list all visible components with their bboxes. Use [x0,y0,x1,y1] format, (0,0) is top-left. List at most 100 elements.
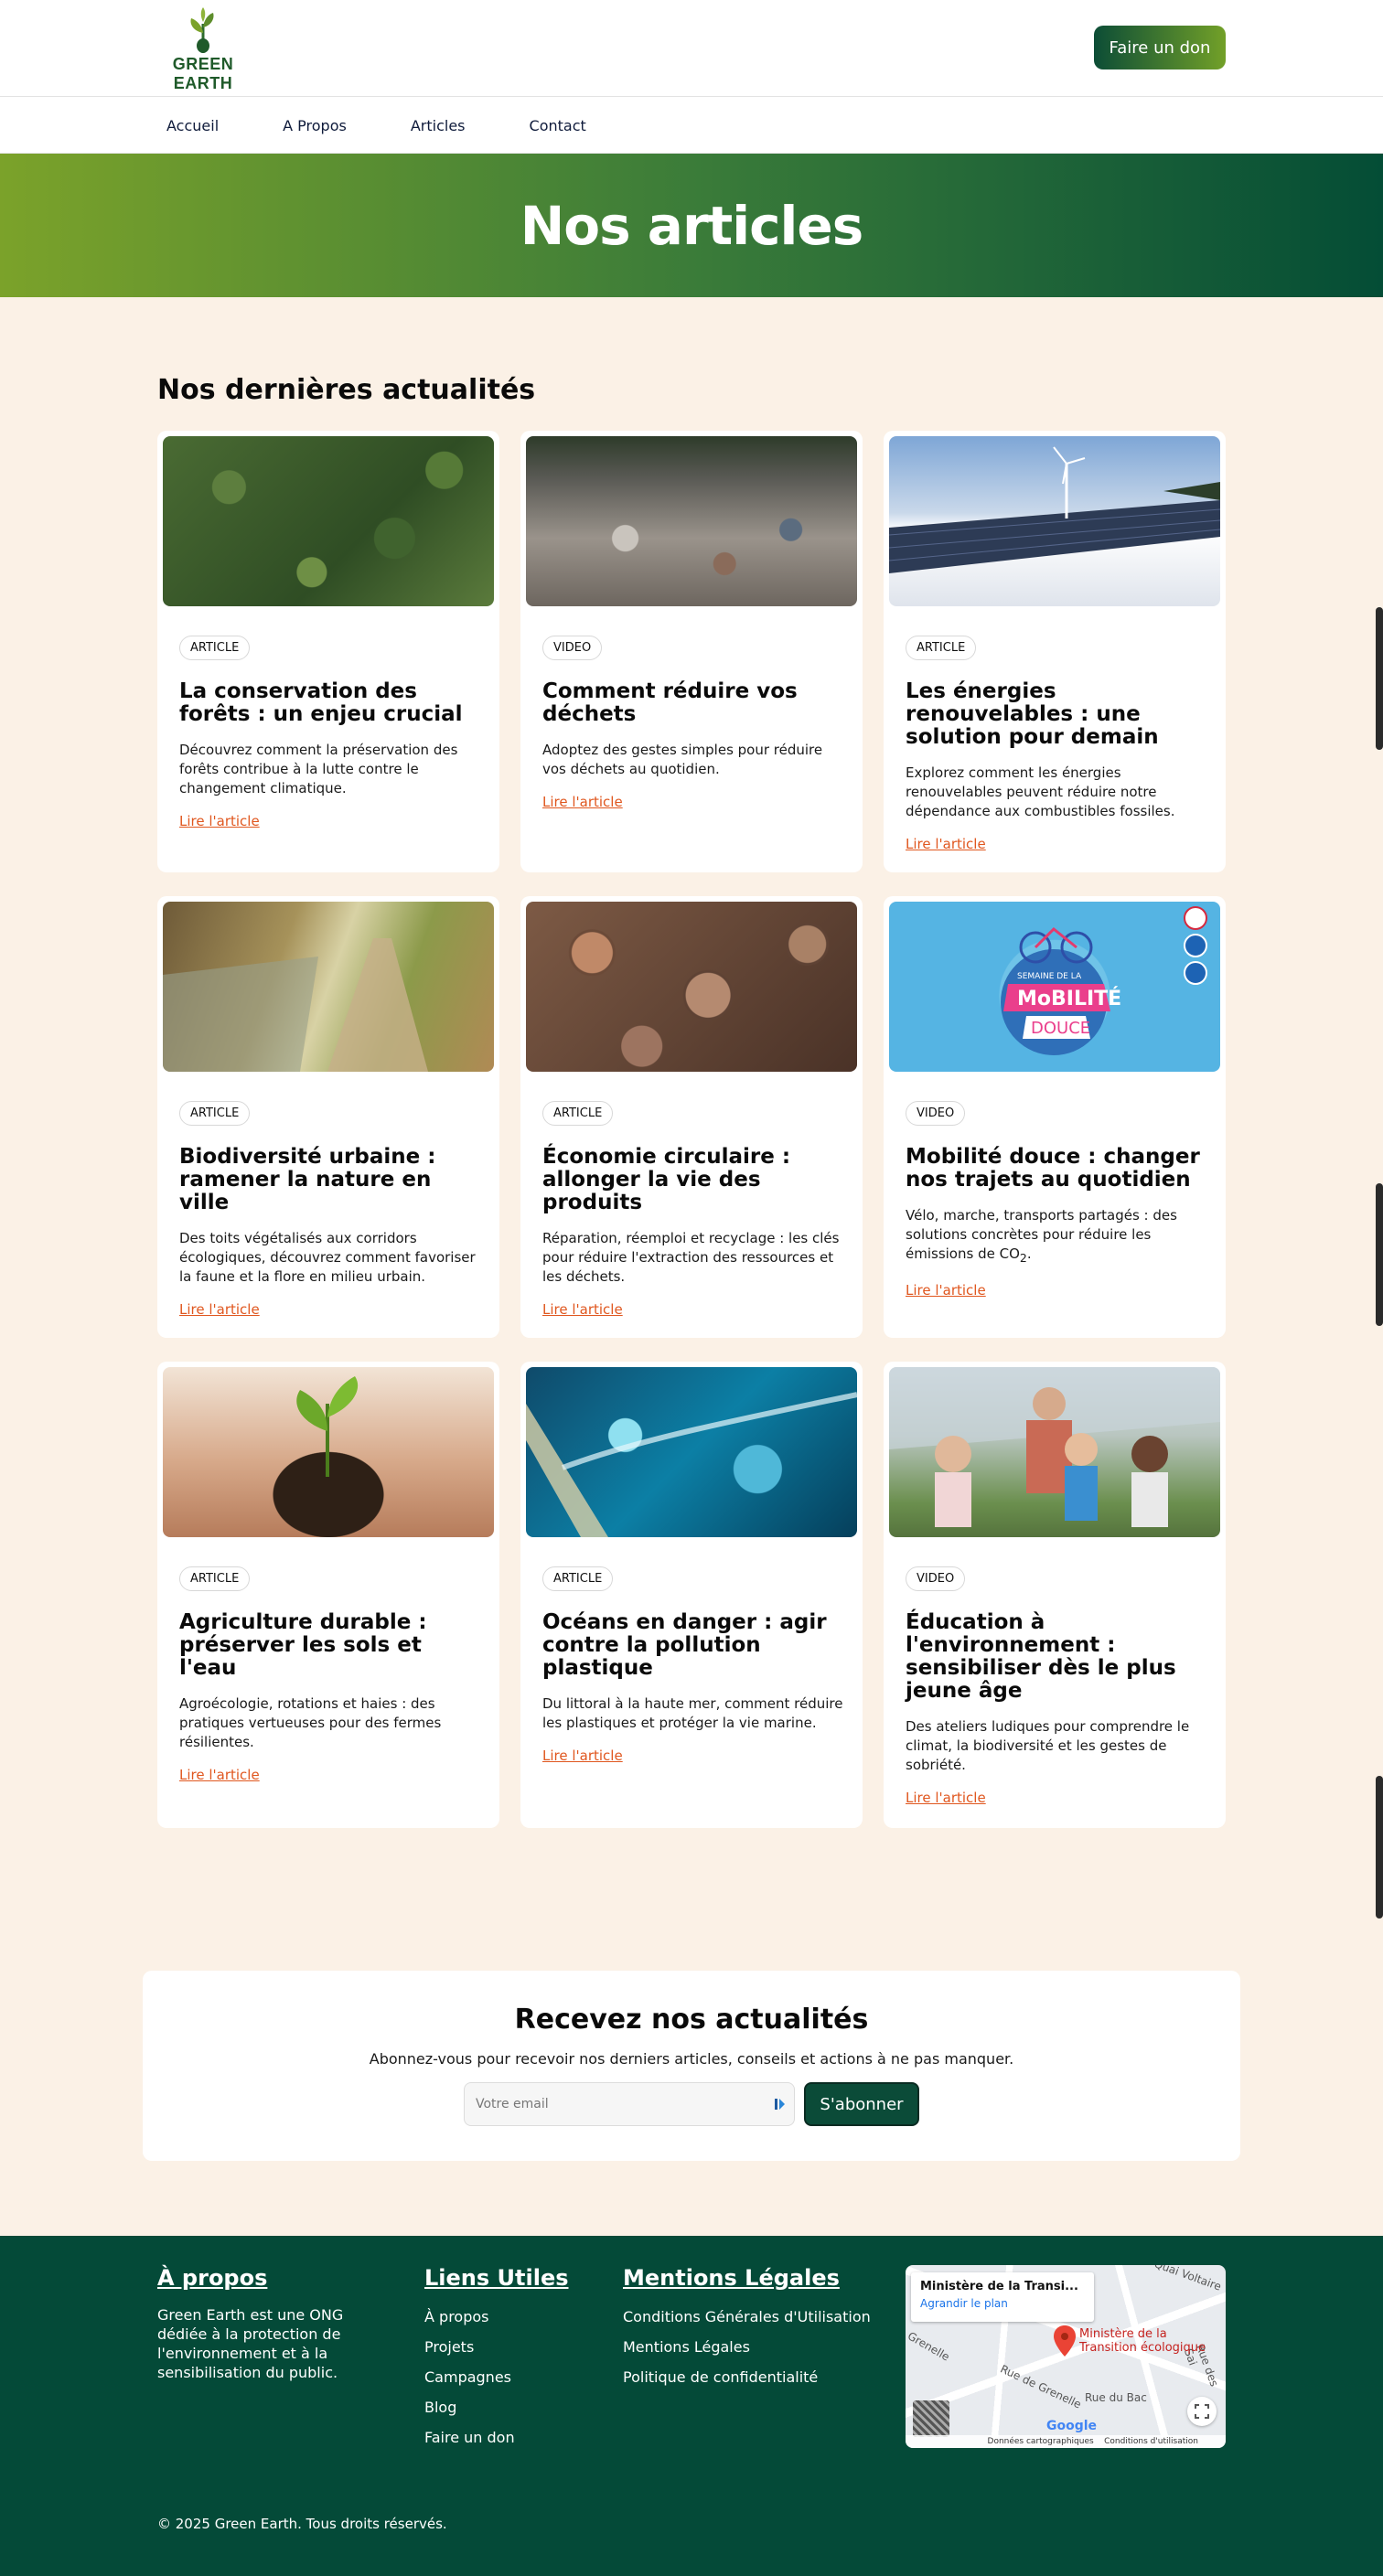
main-nav: Accueil A Propos Articles Contact [0,97,1383,154]
subscribe-button[interactable]: S'abonner [804,2082,919,2126]
read-article-link[interactable]: Lire l'article [542,1301,623,1318]
class-graphic [889,1367,1220,1527]
type-badge: ARTICLE [906,636,977,660]
map-terms-link[interactable]: Conditions d'utilisation [1104,2437,1198,2446]
scrollbar-thumb[interactable] [1376,1776,1383,1919]
footer-link-donate[interactable]: Faire un don [424,2429,515,2446]
card-text: Découvrez comment la préservation des fo… [179,742,458,796]
read-article-link[interactable]: Lire l'article [179,1767,260,1783]
newsletter-title: Recevez nos actualités [514,2004,869,2036]
article-card: ARTICLE La conservation des forêts : un … [157,431,499,872]
poster-big-text-1: MoBILITÉ [1017,987,1121,1010]
card-text: Des ateliers ludiques pour comprendre le… [906,1718,1190,1773]
hero-banner: Nos articles [0,154,1383,297]
nav-link-contact[interactable]: Contact [530,117,586,134]
footer-legal-list: Conditions Générales d'Utilisation Menti… [623,2307,871,2398]
card-title[interactable]: Comment réduire vos déchets [542,680,846,726]
seedling-hands-image[interactable] [163,1367,494,1537]
card-title[interactable]: Les énergies renouvelables : une solutio… [906,680,1209,749]
nav-link-a-propos[interactable]: A Propos [283,117,347,134]
nav-item-a-propos: A Propos [283,117,347,134]
seedling-graphic [296,1376,359,1477]
footer-link-privacy[interactable]: Politique de confidentialité [623,2368,818,2386]
nav-item-contact: Contact [530,117,586,134]
donate-button[interactable]: Faire un don [1094,26,1226,69]
footer-links-list: À propos Projets Campagnes Blog Faire un… [424,2307,569,2458]
footer-link-mentions[interactable]: Mentions Légales [623,2338,750,2356]
card-title[interactable]: Biodiversité urbaine : ramener la nature… [179,1146,483,1214]
footer-link-campagnes[interactable]: Campagnes [424,2368,511,2386]
map-pin-icon[interactable] [1054,2325,1076,2357]
email-field-wrapper [464,2082,795,2126]
card-text: Adoptez des gestes simples pour réduire … [542,742,823,777]
card-text: Des toits végétalisés aux corridors écol… [179,1230,476,1285]
footer-legal-title: Mentions Légales [623,2265,840,2291]
footer-legal-item: Conditions Générales d'Utilisation [623,2307,871,2337]
scrollbar-thumb[interactable] [1376,607,1383,750]
type-badge: ARTICLE [179,1101,251,1126]
read-article-link[interactable]: Lire l'article [906,836,986,852]
card-title[interactable]: La conservation des forêts : un enjeu cr… [179,680,483,726]
footer-links-title: Liens Utiles [424,2265,569,2291]
autofill-extension-icon[interactable] [774,2097,787,2111]
read-article-link[interactable]: Lire l'article [906,1790,986,1806]
card-title[interactable]: Agriculture durable : préserver les sols… [179,1611,483,1680]
type-badge: VIDEO [542,636,603,660]
articles-section: Nos dernières actualités ARTICLE La cons… [0,297,1383,1828]
site-logo[interactable]: GREEN EARTH [157,5,249,93]
poster-small-text: SEMAINE DE LA [1017,972,1082,981]
footer-about-title: À propos [157,2265,268,2291]
hero-title: Nos articles [520,194,864,257]
card-text: Du littoral à la haute mer, comment rédu… [542,1695,843,1731]
forest-image[interactable] [163,436,494,606]
site-footer: À propos Green Earth est une ONG dédiée … [0,2236,1383,2576]
read-article-link[interactable]: Lire l'article [906,1282,986,1299]
education-class-image[interactable] [889,1367,1220,1537]
card-text: Agroécologie, rotations et haies : des p… [179,1695,442,1750]
card-title[interactable]: Mobilité douce : changer nos trajets au … [906,1146,1209,1192]
solar-panels-image[interactable] [889,436,1220,606]
map-enlarge-link[interactable]: Agrandir le plan [920,2297,1085,2310]
scrollbar-thumb[interactable] [1376,1183,1383,1326]
type-badge: VIDEO [906,1101,966,1126]
card-title[interactable]: Économie circulaire : allonger la vie de… [542,1146,846,1214]
canal-path-image[interactable] [163,902,494,1072]
nav-link-accueil[interactable]: Accueil [166,117,219,134]
read-article-link[interactable]: Lire l'article [179,1301,260,1318]
site-header: GREEN EARTH Faire un don [0,0,1383,97]
card-title[interactable]: Océans en danger : agir contre la pollut… [542,1611,846,1680]
footer-about-text: Green Earth est une ONG dédiée à la prot… [157,2306,344,2381]
google-logo: Google [1046,2419,1098,2433]
logo-text: GREEN EARTH [172,55,234,92]
footer-link-cgu[interactable]: Conditions Générales d'Utilisation [623,2308,871,2325]
footer-link-blog[interactable]: Blog [424,2399,456,2416]
tree-logo-icon [190,7,214,53]
embedded-map[interactable]: Quai Voltaire Grenelle Rue de Grenelle R… [906,2265,1226,2448]
read-article-link[interactable]: Lire l'article [179,813,260,829]
map-street-label: Quai Voltaire [1152,2265,1224,2293]
type-badge: VIDEO [906,1566,966,1591]
solar-scene-graphic [889,446,1220,573]
footer-about: À propos Green Earth est une ONG dédiée … [157,2265,349,2382]
article-card: ARTICLE Économie circulaire : allonger l… [520,896,863,1338]
waste-image[interactable] [526,436,857,606]
mobility-week-image[interactable]: SEMAINE DE LA MoBILITÉ DOUCE [889,902,1220,1072]
newsletter-box: Recevez nos actualités Abonnez-vous pour… [143,1971,1240,2161]
section-title: Nos dernières actualités [157,374,536,406]
map-thumbnail-icon[interactable] [913,2400,949,2437]
type-badge: ARTICLE [179,1566,251,1591]
card-text-end: . [1026,1245,1032,1262]
nav-link-articles[interactable]: Articles [411,117,466,134]
email-input[interactable] [476,2097,759,2111]
read-article-link[interactable]: Lire l'article [542,794,623,810]
card-text: Explorez comment les énergies renouvelab… [906,764,1175,819]
coins-image[interactable] [526,902,857,1072]
fullscreen-icon[interactable] [1187,2397,1217,2426]
card-title[interactable]: Éducation à l'environnement : sensibilis… [906,1611,1209,1703]
copyright-text: © 2025 Green Earth. Tous droits réservés… [157,2516,447,2532]
type-badge: ARTICLE [542,1566,614,1591]
footer-link-projets[interactable]: Projets [424,2338,474,2356]
read-article-link[interactable]: Lire l'article [542,1748,623,1764]
footer-link-a-propos[interactable]: À propos [424,2308,488,2325]
ocean-image[interactable] [526,1367,857,1537]
